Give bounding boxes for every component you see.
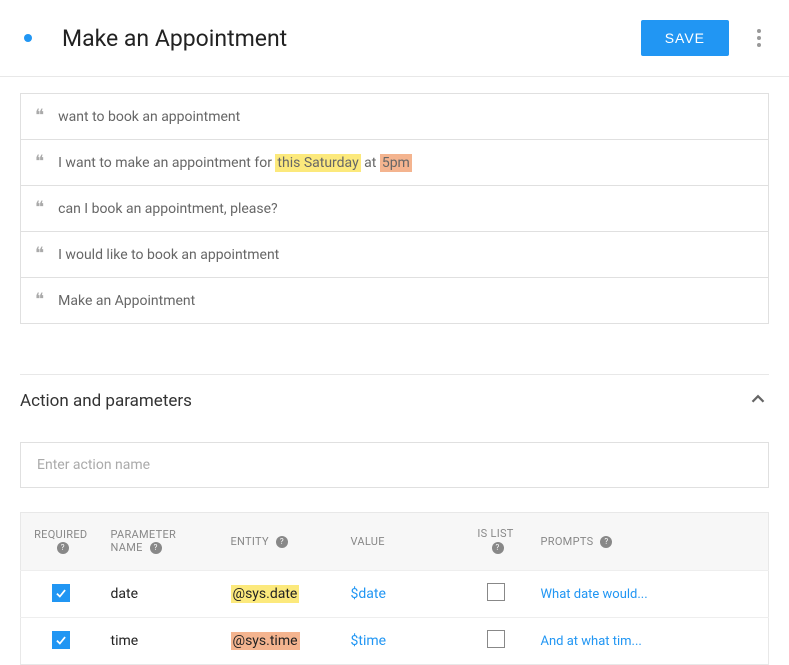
header-prompts: PROMPTS ? — [531, 513, 769, 571]
required-checkbox[interactable] — [52, 584, 70, 602]
section-title: Action and parameters — [20, 391, 192, 411]
param-name-cell[interactable]: time — [101, 617, 221, 664]
header-required: REQUIRED ? — [21, 513, 101, 571]
help-icon[interactable]: ? — [57, 542, 69, 554]
is-list-checkbox[interactable] — [487, 630, 505, 648]
phrase-text: I would like to book an appointment — [58, 247, 279, 263]
value-cell[interactable]: $date — [351, 586, 386, 602]
more-menu-icon[interactable] — [749, 21, 769, 55]
training-phrase-row[interactable]: ❝ I would like to book an appointment — [21, 232, 768, 278]
value-cell[interactable]: $time — [351, 633, 387, 649]
page-header: Make an Appointment SAVE — [0, 0, 789, 77]
quote-icon: ❝ — [35, 292, 44, 309]
help-icon[interactable]: ? — [492, 542, 504, 554]
training-phrases-list: ❝ want to book an appointment ❝ I want to m… — [20, 93, 769, 324]
prompt-link[interactable]: What date would... — [541, 587, 648, 602]
entity-badge[interactable]: @sys.date — [231, 585, 300, 603]
entity-badge[interactable]: @sys.time — [231, 632, 300, 650]
training-phrase-row[interactable]: ❝ can I book an appointment, please? — [21, 186, 768, 232]
required-checkbox[interactable] — [52, 631, 70, 649]
quote-icon: ❝ — [35, 108, 44, 125]
phrase-text: I want to make an appointment for this S… — [58, 155, 412, 171]
phrase-text: Make an Appointment — [58, 293, 195, 309]
header-entity: ENTITY ? — [221, 513, 341, 571]
quote-icon: ❝ — [35, 246, 44, 263]
section-header: Action and parameters — [20, 374, 769, 414]
quote-icon: ❝ — [35, 200, 44, 217]
parameter-row: time@sys.time$timeAnd at what tim... — [21, 617, 769, 664]
training-phrase-row[interactable]: ❝ Make an Appointment — [21, 278, 768, 323]
header-is-list: IS LIST? — [461, 513, 531, 571]
header-value: VALUE — [341, 513, 461, 571]
parameters-table: REQUIRED ? PARAMETER NAME ? ENTITY ? VAL… — [20, 512, 769, 665]
is-list-checkbox[interactable] — [487, 583, 505, 601]
help-icon[interactable]: ? — [150, 542, 162, 554]
save-button[interactable]: SAVE — [641, 20, 729, 56]
training-phrase-row[interactable]: ❝ I want to make an appointment for this … — [21, 140, 768, 186]
chevron-up-icon[interactable] — [747, 388, 769, 414]
action-name-input[interactable] — [20, 442, 769, 488]
training-phrase-row[interactable]: ❝ want to book an appointment — [21, 94, 768, 140]
entity-highlight[interactable]: 5pm — [380, 154, 412, 172]
phrase-text: want to book an appointment — [58, 109, 240, 125]
header-param-name: PARAMETER NAME ? — [101, 513, 221, 571]
help-icon[interactable]: ? — [600, 536, 612, 548]
help-icon[interactable]: ? — [276, 536, 288, 548]
parameter-row: date @sys.date $date What date would... — [21, 570, 769, 617]
quote-icon: ❝ — [35, 154, 44, 171]
status-dot — [24, 34, 32, 42]
page-title: Make an Appointment — [62, 25, 641, 52]
param-name-cell[interactable]: date — [101, 570, 221, 617]
entity-highlight[interactable]: this Saturday — [275, 154, 360, 172]
phrase-text: can I book an appointment, please? — [58, 201, 278, 217]
